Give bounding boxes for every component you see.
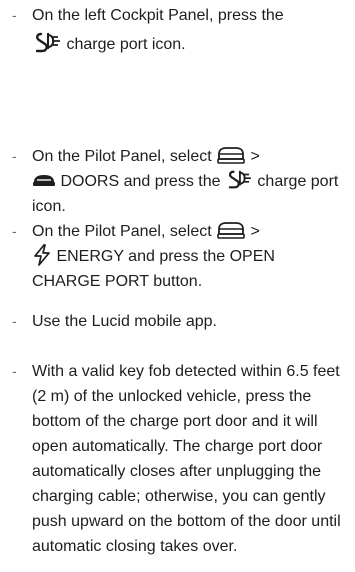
list-bullet: - [12, 7, 17, 23]
charge-port-icon [225, 169, 253, 191]
doors-icon [32, 171, 56, 189]
list-bullet: - [12, 148, 17, 164]
car-menu-icon [216, 220, 246, 240]
instruction-text: With a valid key fob detected within 6.5… [32, 363, 341, 555]
instruction-item: - With a valid key fob detected within 6… [0, 359, 355, 559]
instruction-text: On the Pilot Panel, select > ENERGY and … [32, 219, 345, 294]
instruction-item: - On the left Cockpit Panel, press the c… [0, 3, 355, 62]
instruction-text: On the left Cockpit Panel, press the cha… [32, 7, 284, 55]
instruction-item: - On the Pilot Panel, select > DOORS and… [0, 144, 355, 219]
instruction-text: On the Pilot Panel, select > DOORS and p… [32, 144, 345, 219]
charge-port-icon [32, 31, 62, 55]
list-bullet: - [12, 313, 17, 329]
instruction-item: - On the Pilot Panel, select > ENERGY an… [0, 219, 355, 294]
car-menu-icon [216, 145, 246, 165]
instruction-text: Use the Lucid mobile app. [32, 313, 217, 330]
list-bullet: - [12, 363, 17, 379]
lightning-icon [32, 243, 52, 266]
instruction-item: - Use the Lucid mobile app. [0, 309, 355, 334]
list-bullet: - [12, 223, 17, 239]
